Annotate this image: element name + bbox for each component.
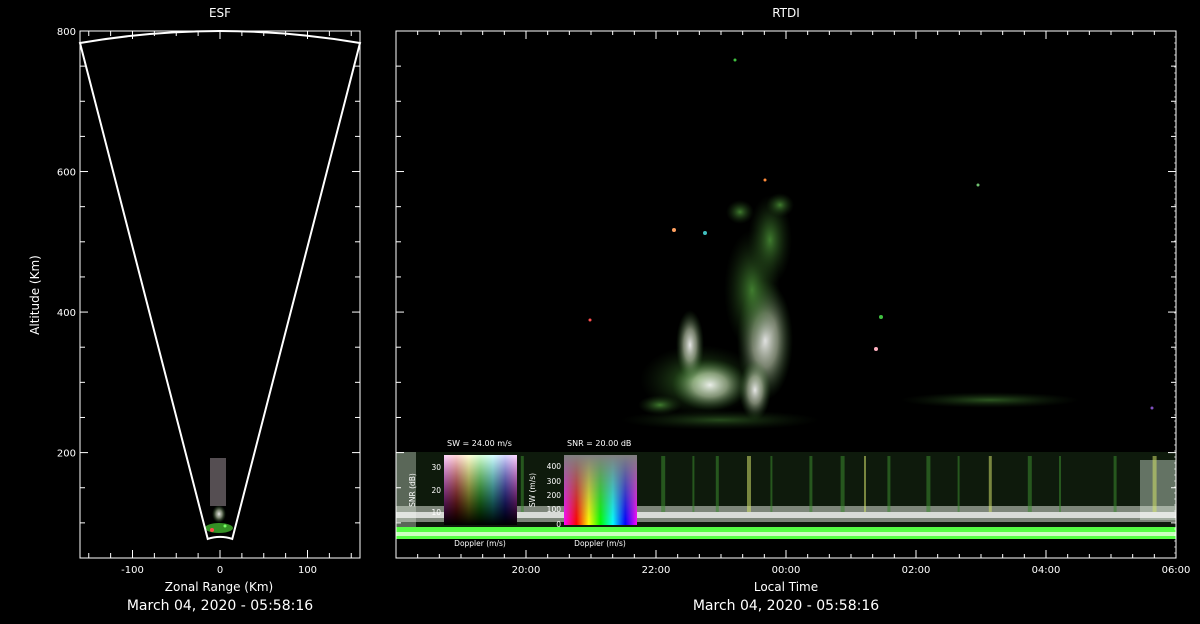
rtdi-band-streak (661, 456, 666, 512)
rtdi-band-streak (1059, 456, 1061, 512)
rtdi-xlabel: Local Time (754, 580, 818, 594)
esf-title: ESF (209, 6, 231, 20)
sw-legend-tick: 10 (431, 508, 441, 517)
sw-legend-title: SW = 24.00 m/s (447, 439, 512, 448)
rtdi-xtick-label: 22:00 (642, 565, 671, 576)
sw-legend-tick: 20 (431, 486, 441, 495)
rtdi-band-streak (887, 456, 891, 512)
rtdi-xtick-label: 04:00 (1032, 565, 1061, 576)
rtdi-band-streak (988, 456, 992, 512)
esf-xlabel: Zonal Range (Km) (165, 580, 273, 594)
sw-legend-xlabel: Doppler (m/s) (454, 539, 506, 548)
rtdi-title: RTDI (772, 6, 800, 20)
esf-ylabel: Altitude (Km) (28, 255, 42, 335)
rtdi-band-streak (840, 456, 845, 512)
rtdi-band-streak (747, 456, 751, 512)
snr-legend-tick: 200 (547, 491, 562, 500)
rtdi-band-streak (926, 456, 931, 512)
snr-legend-xlabel: Doppler (m/s) (574, 539, 626, 548)
rtdi-plot: SW = 24.00 m/s SNR (dB) 30 20 10 Doppler… (395, 30, 1191, 576)
rtdi-xtick-label: 00:00 (772, 565, 801, 576)
rtdi-band-streak (1113, 456, 1117, 512)
esf-echo (205, 458, 233, 533)
rtdi-band-streak (809, 456, 813, 512)
figure-svg: ESF 200400600800-100 0 100 Zonal Range (Km… (28, 6, 1191, 594)
figure: ESF 200 400 600 800 -100 0 100 Zonal Range (Km… (0, 0, 1200, 620)
esf-xtick-label: 100 (298, 565, 317, 576)
rtdi-band-streak (1152, 456, 1157, 512)
rtdi-band-streak (770, 456, 773, 512)
rtdi-band-streak (520, 456, 524, 512)
snr-legend-title: SNR = 20.00 dB (567, 439, 631, 448)
snr-legend-tick: 100 (547, 505, 562, 514)
esf-xtick-label: 0 (217, 565, 223, 576)
rtdi-band-streak (715, 456, 719, 512)
esf-ytick-label: 600 (57, 168, 76, 179)
snr-legend-tick: 300 (547, 477, 562, 486)
esf-date: March 04, 2020 - 05:58:16 (126, 598, 314, 614)
rtdi-xtick-label: 20:00 (512, 565, 541, 576)
esf-ytick-label: 200 (57, 449, 76, 460)
rtdi-xtick-label: 02:00 (902, 565, 931, 576)
snr-legend-ylabel: SW (m/s) (528, 473, 537, 507)
esf-ytick-label: 800 (57, 27, 76, 38)
snr-legend-tick: 0 (556, 520, 561, 529)
rtdi-band-streak (864, 456, 866, 512)
esf-ticks: 200 400 600 800 -100 0 100 (57, 27, 360, 576)
sw-legend-tick: 30 (431, 463, 441, 472)
rtdi-band-streak (957, 456, 960, 512)
rtdi-date: March 04, 2020 - 05:58:16 (692, 598, 880, 614)
rtdi-xtick-label: 06:00 (1162, 565, 1191, 576)
esf-ytick-label: 400 (57, 308, 76, 319)
rtdi-band-streak (1027, 456, 1032, 512)
esf-plot: 200 400 600 800 -100 0 100 (57, 27, 362, 576)
sw-legend-ylabel: SNR (dB) (408, 473, 417, 507)
rtdi-band-streak (692, 456, 695, 512)
snr-legend-tick: 400 (547, 462, 562, 471)
esf-xtick-label: -100 (121, 565, 144, 576)
